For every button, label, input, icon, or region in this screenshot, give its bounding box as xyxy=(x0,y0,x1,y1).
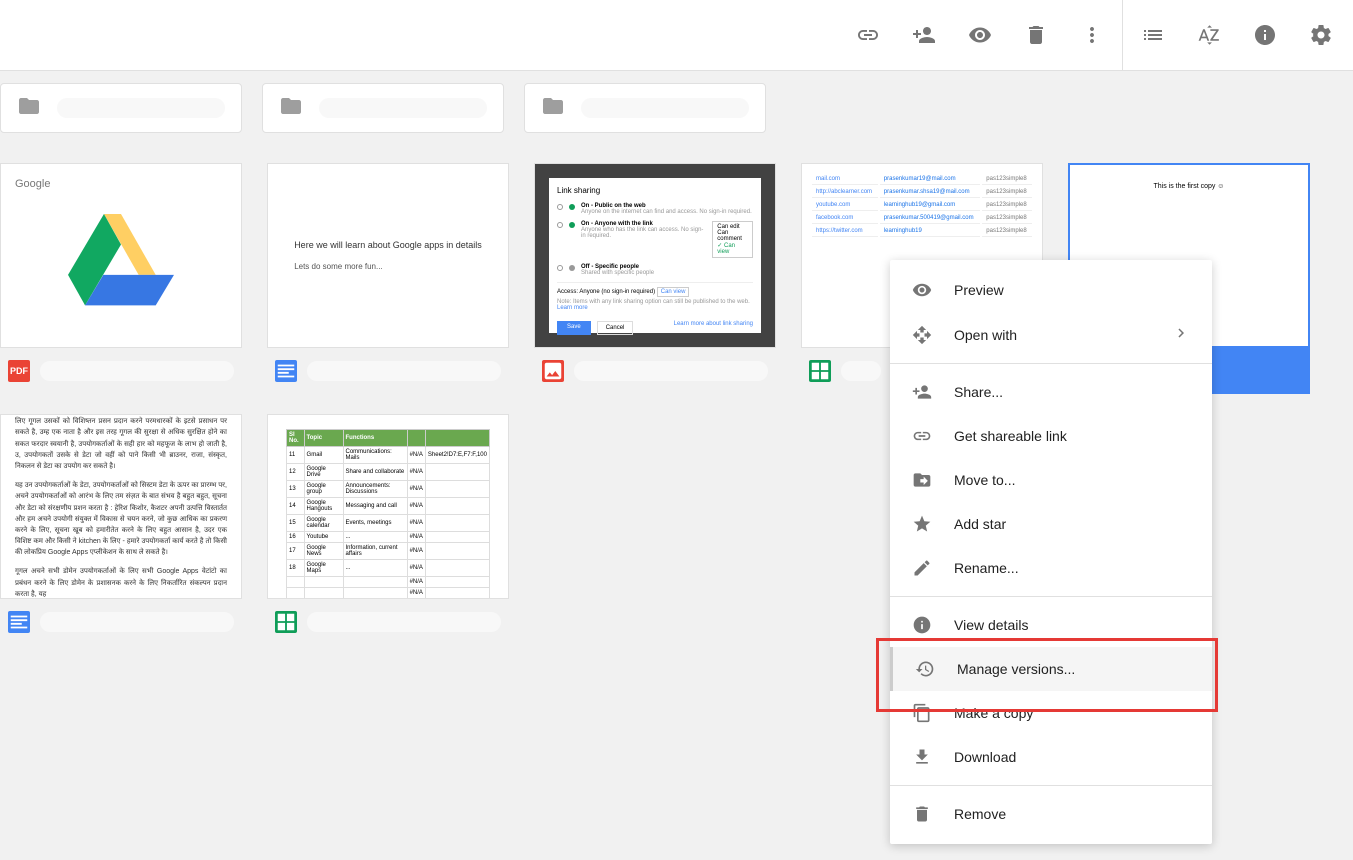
menu-item-rename[interactable]: Rename... xyxy=(890,546,1212,590)
doc-text: This is the first copy ☺ xyxy=(1154,183,1225,190)
menu-item-label: Get shareable link xyxy=(954,428,1067,444)
redacted-name xyxy=(40,361,234,381)
sheet-icon xyxy=(275,611,297,633)
file-thumbnail: Here we will learn about Google apps in … xyxy=(267,163,509,348)
menu-item-label: Share... xyxy=(954,384,1003,400)
dialog-title: Link sharing xyxy=(557,186,753,195)
file-card[interactable]: Sl No.TopicFunctions11GmailCommunication… xyxy=(267,414,509,645)
menu-item-move-to[interactable]: Move to... xyxy=(890,458,1212,502)
star-icon xyxy=(912,514,932,534)
menu-item-manage-versions[interactable]: Manage versions... xyxy=(890,647,1212,691)
menu-item-label: View details xyxy=(954,617,1028,633)
preview-icon[interactable] xyxy=(968,23,992,47)
menu-item-remove[interactable]: Remove xyxy=(890,792,1212,836)
link-icon[interactable] xyxy=(856,23,880,47)
info-icon[interactable] xyxy=(1253,23,1277,47)
folder-card[interactable] xyxy=(262,83,504,133)
menu-item-make-a-copy[interactable]: Make a copy xyxy=(890,691,1212,735)
file-card[interactable]: गूगल गूथन बादल आधारित है उनन उपयोक्ताओं … xyxy=(0,414,242,645)
image-icon xyxy=(542,360,564,382)
doc-title: Here we will learn about Google apps in … xyxy=(294,240,482,250)
more-icon[interactable] xyxy=(1080,23,1104,47)
list-view-icon[interactable] xyxy=(1141,23,1165,47)
menu-item-view-details[interactable]: View details xyxy=(890,603,1212,647)
doc-icon xyxy=(275,360,297,382)
person_add-icon xyxy=(912,382,932,402)
menu-item-preview[interactable]: Preview xyxy=(890,268,1212,312)
pdf-icon: PDF xyxy=(8,360,30,382)
menu-item-share[interactable]: Share... xyxy=(890,370,1212,414)
file-thumbnail: Link sharing On - Public on the webAnyon… xyxy=(534,163,776,348)
delete-icon xyxy=(912,804,932,824)
menu-item-label: Add star xyxy=(954,516,1006,532)
file-thumbnail: गूगल गूथन बादल आधारित है उनन उपयोक्ताओं … xyxy=(0,414,242,599)
redacted-name xyxy=(307,361,501,381)
open_with-icon xyxy=(912,325,932,345)
menu-item-label: Rename... xyxy=(954,560,1019,576)
history-icon xyxy=(915,659,935,679)
redacted-name xyxy=(574,361,768,381)
redacted-name xyxy=(40,612,234,632)
share-icon[interactable] xyxy=(912,23,936,47)
logo-text: Google xyxy=(15,178,50,190)
menu-item-open-with[interactable]: Open with xyxy=(890,312,1212,357)
redacted-name xyxy=(319,98,487,118)
folder-icon xyxy=(17,94,41,123)
settings-icon[interactable] xyxy=(1309,23,1333,47)
chevron-right-icon xyxy=(1172,324,1190,345)
copy-icon xyxy=(912,703,932,723)
menu-item-add-star[interactable]: Add star xyxy=(890,502,1212,546)
redacted-name xyxy=(307,612,501,632)
delete-icon[interactable] xyxy=(1024,23,1048,47)
doc-icon xyxy=(8,611,30,633)
info-icon xyxy=(912,615,932,635)
folder-icon xyxy=(279,94,303,123)
menu-item-label: Remove xyxy=(954,806,1006,822)
sort-icon[interactable] xyxy=(1197,23,1221,47)
menu-item-label: Manage versions... xyxy=(957,661,1075,677)
menu-item-label: Open with xyxy=(954,327,1017,343)
toolbar xyxy=(0,0,1353,71)
context-menu: Preview Open with Share... Get shareable li… xyxy=(890,260,1212,844)
download-icon xyxy=(912,747,932,767)
menu-item-label: Make a copy xyxy=(954,705,1033,721)
doc-text: Lets do some more fun... xyxy=(294,262,482,271)
folder_move-icon xyxy=(912,470,932,490)
menu-item-label: Move to... xyxy=(954,472,1015,488)
menu-item-label: Preview xyxy=(954,282,1004,298)
menu-item-download[interactable]: Download xyxy=(890,735,1212,779)
menu-item-label: Download xyxy=(954,749,1016,765)
file-card[interactable]: Here we will learn about Google apps in … xyxy=(267,163,509,394)
file-card[interactable]: Link sharing On - Public on the webAnyon… xyxy=(534,163,776,394)
edit-icon xyxy=(912,558,932,578)
google-drive-logo xyxy=(66,214,176,309)
file-thumbnail: Google xyxy=(0,163,242,348)
folder-card[interactable] xyxy=(524,83,766,133)
redacted-name xyxy=(581,98,749,118)
preview-icon xyxy=(912,280,932,300)
redacted-name xyxy=(841,361,881,381)
folder-card[interactable] xyxy=(0,83,242,133)
redacted-name xyxy=(57,98,225,118)
sheet-icon xyxy=(809,360,831,382)
file-card[interactable]: Google PDF xyxy=(0,163,242,394)
folder-icon xyxy=(541,94,565,123)
link-icon xyxy=(912,426,932,446)
file-thumbnail: Sl No.TopicFunctions11GmailCommunication… xyxy=(267,414,509,599)
menu-item-get-shareable-link[interactable]: Get shareable link xyxy=(890,414,1212,458)
